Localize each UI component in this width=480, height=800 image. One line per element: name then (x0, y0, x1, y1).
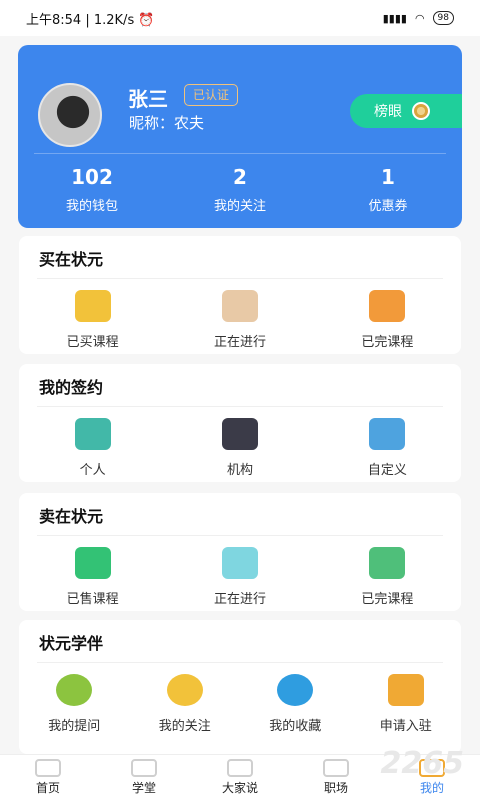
partner-my-favorites[interactable]: 我的收藏 (240, 668, 351, 734)
item-label: 正在进行 (213, 335, 266, 350)
item-label: 个人 (79, 463, 106, 478)
bought-course-icon (74, 290, 111, 322)
stat-coupons[interactable]: 1 优惠券 (314, 165, 462, 214)
item-label: 已售课程 (66, 592, 119, 607)
nickname: 昵称：农夫 (129, 114, 205, 132)
item-label: 已完课程 (361, 335, 414, 350)
medal-icon (412, 102, 430, 120)
sign-person[interactable]: 个人 (19, 412, 166, 478)
avatar[interactable] (38, 83, 102, 147)
books-icon (369, 290, 406, 322)
profile-divider (34, 153, 446, 154)
sign-institution[interactable]: 机构 (166, 412, 313, 478)
tab-label: 学堂 (131, 781, 156, 795)
tab-label: 大家说 (221, 781, 258, 795)
section-divider (37, 278, 443, 279)
section-title: 我的签约 (39, 378, 104, 397)
community-icon (227, 759, 253, 777)
section-divider (37, 662, 443, 663)
signal-icon: ▮▮▮▮ (382, 11, 407, 25)
in-progress-scroll-icon (221, 290, 258, 322)
home-icon (35, 759, 61, 777)
partner-my-questions[interactable]: 我的提问 (19, 668, 130, 734)
buy-in-progress[interactable]: 正在进行 (166, 284, 313, 350)
wifi-icon: ◠ (414, 11, 425, 25)
item-label: 我的提问 (48, 719, 101, 734)
status-left: 上午8:54 | 1.2K/s ⏰ (26, 12, 155, 28)
sell-sold-courses[interactable]: 已售课程 (19, 541, 166, 607)
status-bar: 上午8:54 | 1.2K/s ⏰ ▮▮▮▮ ◠ 98 (0, 0, 480, 36)
network-speed: 1.2K/s (93, 12, 135, 28)
section-grid: 个人 机构 自定义 (19, 412, 461, 478)
person-icon (74, 418, 111, 450)
item-label: 正在进行 (213, 592, 266, 607)
alarm-icon: ⏰ (138, 12, 155, 28)
tab-label: 我的 (419, 781, 444, 795)
item-label: 已买课程 (66, 335, 119, 350)
item-label: 我的关注 (158, 719, 211, 734)
institution-icon (221, 418, 258, 450)
item-label: 机构 (226, 463, 253, 478)
question-icon (56, 674, 93, 706)
custom-icon (369, 418, 406, 450)
user-name: 张三 (128, 87, 168, 111)
tab-community[interactable]: 大家说 (192, 755, 288, 800)
school-icon (131, 759, 157, 777)
rank-label: 榜眼 (374, 104, 402, 120)
partner-apply[interactable]: 申请入驻 (351, 668, 462, 734)
stat-wallet[interactable]: 102 我的钱包 (18, 165, 166, 214)
section-title: 状元学伴 (39, 634, 104, 653)
buy-completed[interactable]: 已完课程 (314, 284, 461, 350)
section-sell: 卖在状元 已售课程 正在进行 已完课程 (19, 493, 461, 611)
sell-completed[interactable]: 已完课程 (314, 541, 461, 607)
section-sign: 我的签约 个人 机构 自定义 (19, 364, 461, 482)
stat-following[interactable]: 2 我的关注 (166, 165, 314, 214)
battery-icon: 98 (432, 11, 454, 25)
section-divider (37, 535, 443, 536)
books-green-icon (369, 547, 406, 579)
item-label: 自定义 (367, 463, 407, 478)
verified-badge: 已认证 (184, 84, 239, 106)
follow-star-icon (166, 674, 203, 706)
section-grid: 已买课程 正在进行 已完课程 (19, 284, 461, 350)
item-label: 申请入驻 (379, 719, 432, 734)
flag-icon (387, 674, 424, 706)
tab-home[interactable]: 首页 (0, 755, 96, 800)
stat-label: 我的钱包 (65, 199, 118, 214)
watermark: 2265 (380, 746, 465, 781)
section-grid: 已售课程 正在进行 已完课程 (19, 541, 461, 607)
section-title: 买在状元 (39, 250, 104, 269)
profile-stats: 102 我的钱包 2 我的关注 1 优惠券 (18, 165, 462, 214)
sold-course-icon (74, 547, 111, 579)
section-buy: 买在状元 已买课程 正在进行 已完课程 (19, 236, 461, 354)
profile-card[interactable]: 张三 已认证 昵称：农夫 榜眼 102 我的钱包 2 我的关注 1 优惠券 (18, 45, 462, 228)
tab-career[interactable]: 职场 (288, 755, 384, 800)
stat-value: 102 (71, 165, 113, 189)
section-grid: 我的提问 我的关注 我的收藏 申请入驻 (19, 668, 461, 734)
rank-button[interactable]: 榜眼 (350, 94, 462, 128)
clock: 上午8:54 (26, 12, 82, 28)
item-label: 已完课程 (361, 592, 414, 607)
section-title: 卖在状元 (39, 507, 104, 526)
tab-label: 职场 (323, 781, 348, 795)
status-right: ▮▮▮▮ ◠ 98 (383, 11, 454, 25)
item-label: 我的收藏 (269, 719, 322, 734)
section-divider (37, 406, 443, 407)
partner-my-follows[interactable]: 我的关注 (130, 668, 241, 734)
stat-label: 优惠券 (368, 199, 408, 214)
career-icon (323, 759, 349, 777)
stat-value: 1 (381, 165, 395, 189)
stat-value: 2 (233, 165, 247, 189)
heart-icon (277, 674, 314, 706)
clipboard-icon (221, 547, 258, 579)
tab-label: 首页 (35, 781, 60, 795)
section-partner: 状元学伴 我的提问 我的关注 我的收藏 申请入驻 (19, 620, 461, 754)
sell-in-progress[interactable]: 正在进行 (166, 541, 313, 607)
tab-school[interactable]: 学堂 (96, 755, 192, 800)
stat-label: 我的关注 (213, 199, 266, 214)
buy-bought-courses[interactable]: 已买课程 (19, 284, 166, 350)
sign-custom[interactable]: 自定义 (314, 412, 461, 478)
